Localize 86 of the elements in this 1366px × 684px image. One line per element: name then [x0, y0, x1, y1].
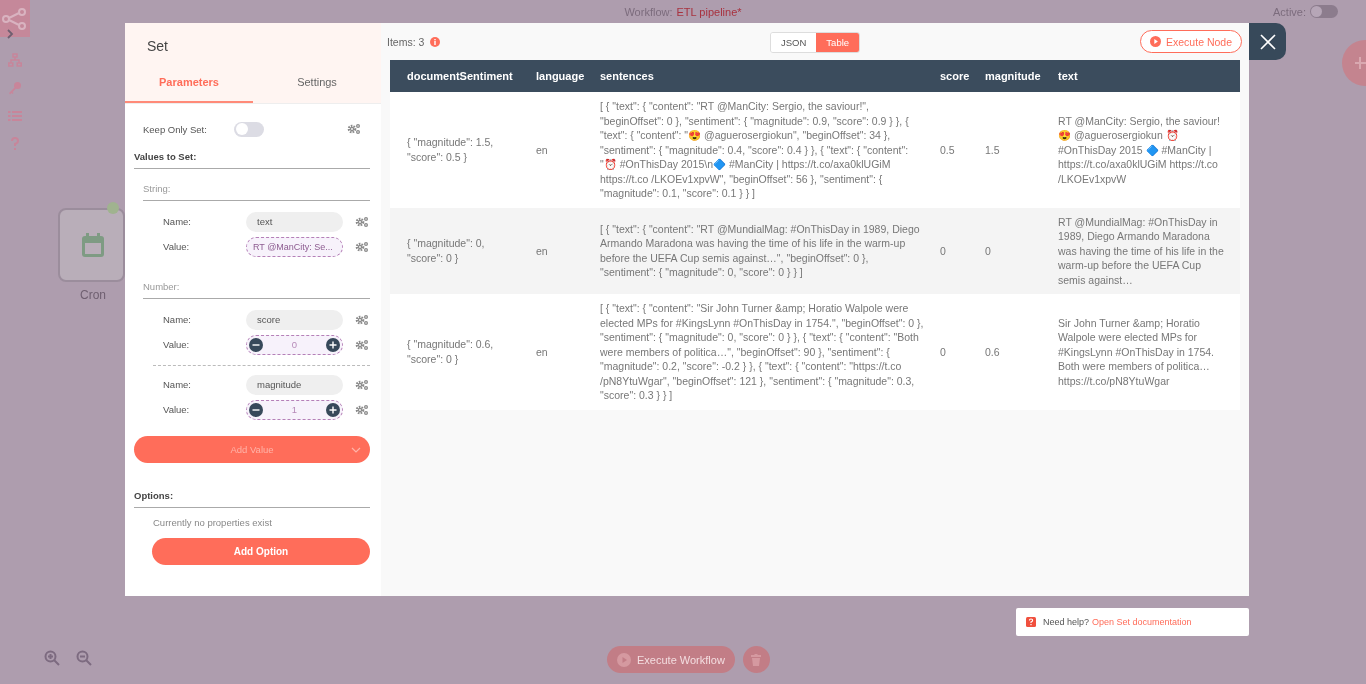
table-cell: en — [528, 207, 592, 294]
table-cell: 0.5 — [932, 92, 977, 208]
logo-icon[interactable] — [0, 0, 30, 37]
gears-icon[interactable] — [355, 403, 369, 416]
minus-icon[interactable] — [249, 337, 263, 352]
group-label: String: — [143, 183, 370, 201]
column-header: sentences — [592, 60, 932, 92]
table-cell: 1.5 — [977, 92, 1050, 208]
table-cell: RT @ManCity: Sergio, the saviour! 😍 @aguerosergiokun ⏰ #OnThisDay 2015 🔷 #ManCity | https://t.co/axa0klUGiM https://t.co /LKOEv1xpvW — [1050, 92, 1240, 208]
name-field[interactable]: score — [246, 309, 343, 330]
play-icon — [617, 652, 631, 667]
gears-icon[interactable] — [355, 313, 369, 326]
play-icon — [1150, 36, 1162, 47]
table-cell: RT @MundialMag: #OnThisDay in 1989, Diego Armando Maradona was having the time of his life in the warm-up before the UEFA Cup semis against… — [1050, 207, 1240, 294]
delete-button[interactable] — [742, 646, 770, 673]
field-label: Value: — [163, 339, 191, 350]
add-node-button[interactable] — [1342, 40, 1366, 86]
table-cell: 0.6 — [977, 294, 1050, 410]
view-toggle[interactable]: Table — [816, 33, 860, 52]
node-name: Cron — [80, 288, 106, 302]
close-icon — [1259, 33, 1276, 50]
gears-icon[interactable] — [355, 240, 369, 253]
column-header: score — [932, 60, 977, 92]
field-label: Keep Only Set: — [143, 123, 208, 135]
active-toggle[interactable] — [1310, 5, 1338, 18]
tab[interactable]: Parameters — [125, 67, 253, 103]
toggle-switch[interactable] — [234, 121, 264, 137]
gears-icon[interactable] — [355, 215, 369, 228]
gears-icon[interactable] — [355, 378, 369, 391]
gears-icon[interactable] — [347, 123, 361, 135]
empty-message: Currently no properties exist — [152, 516, 273, 528]
name-field[interactable]: magnitude — [246, 374, 343, 395]
table-cell: { "magnitude": 1.5, "score": 0.5 } — [390, 92, 528, 208]
node-card[interactable] — [58, 208, 125, 282]
help-text: Need help? — [1043, 617, 1090, 627]
section-heading: Options: — [134, 479, 370, 508]
section-heading: Values to Set: — [134, 140, 370, 169]
add-option-button[interactable]: Add Option — [152, 538, 370, 565]
table-cell: [ { "text": { "content": "Sir John Turner &amp; Horatio Walpole were elected MPs for #KingsLynn #OnThisDay in 1754.", "beginOffset": 0 }, "sentiment": { "magnitude": 0, "score": 0 } }, { "text": { "content": "Both were members of politica…", "beginOffset": 90 }, "sentiment": { "magnitude": 0.2, "score": -0.2 } }, { "text": { "content": "https://t.co /pN8YtuWgar", "beginOffset": 121 }, "sentiment": { "magnitude": 0.3, "score": 0.3 } } ] — [592, 294, 932, 410]
trash-icon — [751, 653, 762, 666]
execute-workflow-button[interactable]: Execute Workflow — [607, 646, 735, 673]
field-label: Value: — [163, 241, 191, 252]
help-icon — [1026, 617, 1036, 627]
table-cell: { "magnitude": 0.6, "score": 0 } — [390, 294, 528, 410]
add-value-button[interactable]: Add Value — [134, 436, 370, 463]
workflow-name[interactable]: ETL pipeline* — [676, 6, 742, 18]
field-label: Name: — [163, 216, 192, 227]
table-cell: Sir John Turner &amp; Horatio Walpole were elected MPs for #KingsLynn #OnThisDay in 1754. Both were members of politica… https://t.co/pN8YtuWgar — [1050, 294, 1240, 410]
field-label: Name: — [163, 314, 192, 325]
plus-icon[interactable] — [326, 402, 340, 417]
node-title: Set — [146, 37, 169, 56]
calendar-icon — [82, 233, 104, 257]
column-header: documentSentiment — [390, 60, 528, 92]
plus-icon[interactable] — [326, 337, 340, 352]
tab[interactable]: Settings — [253, 67, 381, 103]
view-toggle[interactable]: JSON — [771, 33, 817, 52]
zoom-in-icon[interactable] — [44, 650, 60, 666]
gears-icon[interactable] — [355, 338, 369, 351]
items-count: Items: 3 — [387, 35, 425, 48]
column-header: magnitude — [977, 60, 1050, 92]
table-cell: 0 — [932, 294, 977, 410]
close-button[interactable] — [1249, 23, 1286, 60]
column-header: text — [1050, 60, 1240, 92]
table-cell: [ { "text": { "content": "RT @MundialMag: #OnThisDay in 1989, Diego Armando Maradona was having the time of his life in the warm-up before the UEFA Cup semis against…", "beginOffset": 0 }, "sentiment": { "magnitude": 0, "score": 0 } } ] — [592, 207, 932, 294]
name-field[interactable]: text — [246, 211, 343, 232]
table-cell: en — [528, 92, 592, 208]
value-field[interactable]: RT @ManCity: Se... — [246, 236, 343, 257]
node-badge — [107, 202, 119, 214]
documentation-link[interactable]: Open Set documentation — [1092, 617, 1192, 627]
number-field[interactable]: 0 — [246, 334, 343, 355]
expand-icon[interactable] — [5, 29, 15, 39]
table-cell: 0 — [932, 207, 977, 294]
caret-icon — [351, 447, 361, 453]
field-label: Value: — [163, 404, 191, 415]
field-label: Name: — [163, 379, 192, 390]
number-field[interactable]: 1 — [246, 399, 343, 420]
execute-node-button[interactable]: Execute Node — [1140, 30, 1242, 53]
zoom-out-icon[interactable] — [76, 650, 92, 666]
table-cell: [ { "text": { "content": "RT @ManCity: Sergio, the saviour!", "beginOffset": 0 }, "sentiment": { "magnitude": 0.9, "score": 0.9 } }, { "text": { "content": "😍 @aguerosergiokun", "beginOffset": 34 }, "sentiment": { "magnitude": 0.4, "score": 0.4 } }, { "text": { "content": "⏰ #OnThisDay 2015\n🔷 #ManCity | https://t.co/axa0klUGiM https://t.co /LKOEv1xpvW", "beginOffset": 56 }, "sentiment": { "magnitude": 0.1, "score": 0.1 } } ] — [592, 92, 932, 208]
table-cell: { "magnitude": 0, "score": 0 } — [390, 207, 528, 294]
column-header: language — [528, 60, 592, 92]
table-cell: 0 — [977, 207, 1050, 294]
group-label: Number: — [143, 281, 370, 299]
table-cell: en — [528, 294, 592, 410]
minus-icon[interactable] — [249, 402, 263, 417]
info-icon[interactable] — [430, 36, 441, 47]
